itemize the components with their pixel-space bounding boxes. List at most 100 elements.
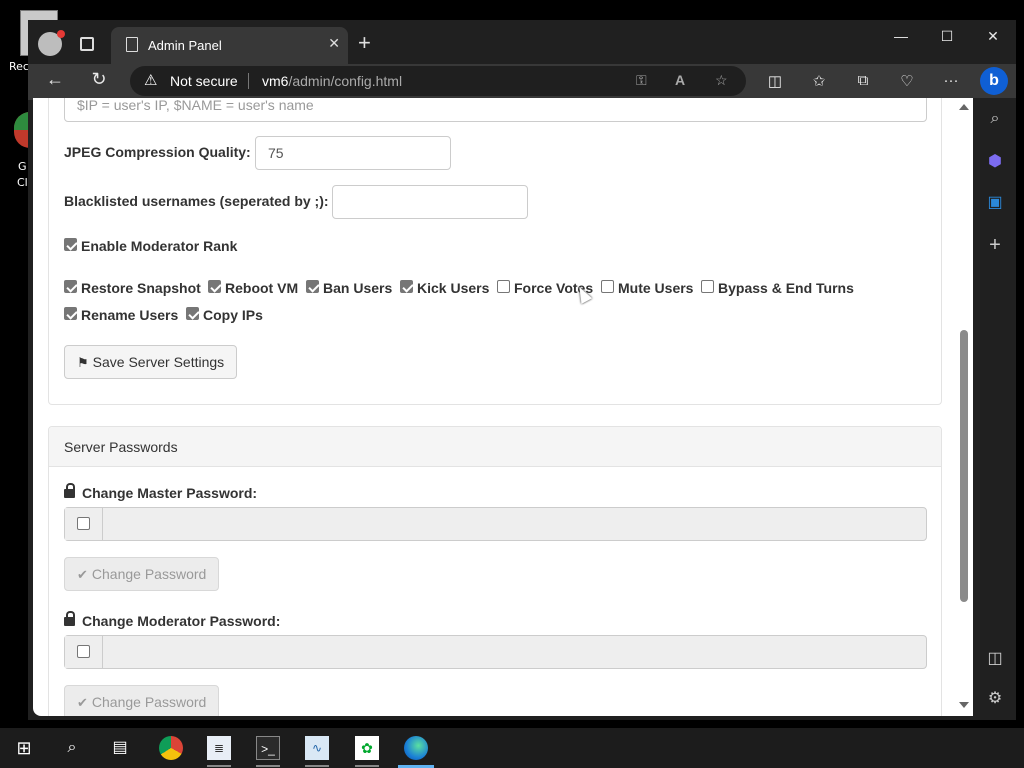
perm-copy-ips-checkbox[interactable] — [186, 307, 199, 320]
change-master-password-button[interactable]: ✔ Change Password — [64, 557, 220, 591]
divider — [248, 73, 249, 89]
refresh-icon[interactable]: ↻ — [86, 69, 112, 90]
perm-reboot-vm-checkbox[interactable] — [208, 280, 221, 293]
master-password-checkbox[interactable] — [77, 517, 90, 530]
master-password-label: Change Master Password: — [64, 483, 258, 501]
notepad-icon[interactable]: ≣ — [207, 736, 231, 760]
motd-input[interactable]: $IP = user's IP, $NAME = user's name — [64, 98, 927, 122]
windows-start-icon[interactable]: ⊞ — [12, 736, 36, 760]
blacklist-input[interactable] — [332, 185, 528, 219]
master-password-label-text: Change Master Password: — [82, 485, 258, 501]
perm-rename-users-checkbox[interactable] — [64, 307, 77, 320]
perm-force-votes-checkbox[interactable] — [497, 280, 510, 293]
profile-avatar-icon[interactable] — [38, 30, 65, 56]
url-path: /admin/config.html — [288, 73, 403, 89]
lock-icon — [64, 483, 75, 498]
perm-ban-users-checkbox[interactable] — [306, 280, 319, 293]
desktop-icon-label: G — [18, 160, 27, 173]
settings-gear-icon[interactable]: ⚙ — [985, 688, 1005, 708]
url-text[interactable]: vm6/admin/config.html — [262, 73, 402, 89]
search-icon[interactable]: ⌕ — [985, 110, 1005, 128]
browser-essentials-icon[interactable]: ♡ — [896, 72, 918, 90]
document-icon — [126, 37, 138, 52]
change-password-label: Change Password — [91, 694, 207, 710]
back-arrow-icon[interactable]: ← — [42, 69, 68, 90]
evernote-icon[interactable]: ✿ — [355, 736, 379, 760]
jpeg-quality-input[interactable]: 75 — [255, 136, 451, 170]
save-button-label: Save Server Settings — [92, 354, 225, 370]
moderator-password-toggle — [65, 636, 103, 668]
bing-copilot-icon[interactable]: b — [980, 67, 1008, 95]
terminal-icon[interactable]: >_ — [256, 736, 280, 760]
new-tab-button[interactable]: + — [358, 30, 371, 56]
windows-taskbar: ⊞ ⌕ ▤ ≣ >_ ∿ ✿ — [0, 728, 1024, 768]
lock-icon — [64, 611, 75, 626]
more-menu-icon[interactable]: ··· — [940, 72, 962, 89]
collections-icon[interactable]: ⧉ — [852, 72, 874, 89]
perm-label[interactable]: Copy IPs — [203, 307, 263, 323]
tab-admin-panel[interactable]: Admin Panel ✕ — [111, 27, 348, 64]
sidebar-panel-icon[interactable]: ◫ — [985, 648, 1005, 668]
running-indicator — [305, 765, 329, 767]
perm-kick-users-checkbox[interactable] — [400, 280, 413, 293]
perm-bypass-end-turns-checkbox[interactable] — [701, 280, 714, 293]
moderator-password-checkbox[interactable] — [77, 645, 90, 658]
running-indicator — [207, 765, 231, 767]
security-status[interactable]: Not secure — [170, 73, 238, 89]
perm-label[interactable]: Ban Users — [323, 280, 392, 296]
tab-title: Admin Panel — [148, 38, 222, 53]
edge-icon[interactable] — [404, 736, 428, 760]
task-view-icon[interactable]: ▤ — [108, 736, 132, 760]
split-screen-icon[interactable]: ◫ — [764, 72, 786, 90]
perm-label[interactable]: Restore Snapshot — [81, 280, 201, 296]
perm-mute-users-checkbox[interactable] — [601, 280, 614, 293]
copilot-icon[interactable]: ⬢ — [985, 151, 1005, 171]
perm-restore-snapshot-checkbox[interactable] — [64, 280, 77, 293]
save-flag-icon: ⚑ — [77, 355, 89, 370]
motd-placeholder: $IP = user's IP, $NAME = user's name — [77, 98, 314, 113]
server-passwords-panel: Server Passwords Change Master Password:… — [48, 426, 942, 716]
moderator-password-label: Change Moderator Password: — [64, 611, 280, 629]
checkmark-icon: ✔ — [77, 695, 88, 710]
minimize-button[interactable]: — — [886, 28, 916, 44]
jpeg-quality-label: JPEG Compression Quality: — [64, 144, 251, 160]
maximize-button[interactable]: ☐ — [932, 28, 962, 45]
tab-strip: Admin Panel ✕ + — ☐ ✕ — [28, 20, 1016, 64]
running-indicator — [355, 765, 379, 767]
perm-label[interactable]: Bypass & End Turns — [718, 280, 854, 296]
perm-label[interactable]: Mute Users — [618, 280, 693, 296]
change-moderator-password-button[interactable]: ✔ Change Password — [64, 685, 220, 716]
master-password-toggle — [65, 508, 103, 540]
address-bar[interactable]: ⚠ Not secure vm6/admin/config.html ⚿ A ☆ — [130, 66, 746, 96]
desktop-icon-label: Rec — [9, 60, 29, 73]
scroll-up-arrow-icon[interactable] — [959, 104, 969, 110]
favorite-star-icon[interactable]: ☆ — [715, 72, 728, 89]
scrollbar-thumb[interactable] — [960, 330, 968, 602]
close-tab-icon[interactable]: ✕ — [328, 35, 340, 52]
enable-moderator-label[interactable]: Enable Moderator Rank — [81, 238, 237, 254]
scroll-down-arrow-icon[interactable] — [959, 702, 969, 708]
tab-actions-icon[interactable] — [80, 37, 94, 51]
desktop-icon-label: Cl — [17, 176, 28, 189]
page-scrollbar[interactable] — [955, 98, 973, 716]
perm-label[interactable]: Rename Users — [81, 307, 178, 323]
chrome-icon[interactable] — [159, 736, 183, 760]
search-icon[interactable]: ⌕ — [60, 736, 84, 760]
read-aloud-icon[interactable]: A — [675, 72, 685, 88]
perm-label[interactable]: Reboot VM — [225, 280, 298, 296]
close-window-button[interactable]: ✕ — [978, 28, 1008, 45]
panel-title: Server Passwords — [64, 439, 178, 455]
perm-label[interactable]: Kick Users — [417, 280, 489, 296]
warning-triangle-icon[interactable]: ⚠ — [144, 71, 157, 89]
save-server-settings-button[interactable]: ⚑ Save Server Settings — [64, 345, 238, 379]
favorites-icon[interactable]: ✩ — [808, 72, 830, 90]
enable-moderator-checkbox[interactable] — [64, 238, 77, 251]
edge-sidebar: ⌕ ⬢ ▣ + ◫ ⚙ — [973, 98, 1016, 716]
key-icon[interactable]: ⚿ — [636, 72, 647, 89]
performance-monitor-icon[interactable]: ∿ — [305, 736, 329, 760]
add-app-icon[interactable]: + — [985, 234, 1005, 257]
outlook-icon[interactable]: ▣ — [985, 192, 1005, 212]
url-host: vm6 — [262, 73, 289, 89]
checkmark-icon: ✔ — [77, 567, 88, 582]
running-indicator — [256, 765, 280, 767]
